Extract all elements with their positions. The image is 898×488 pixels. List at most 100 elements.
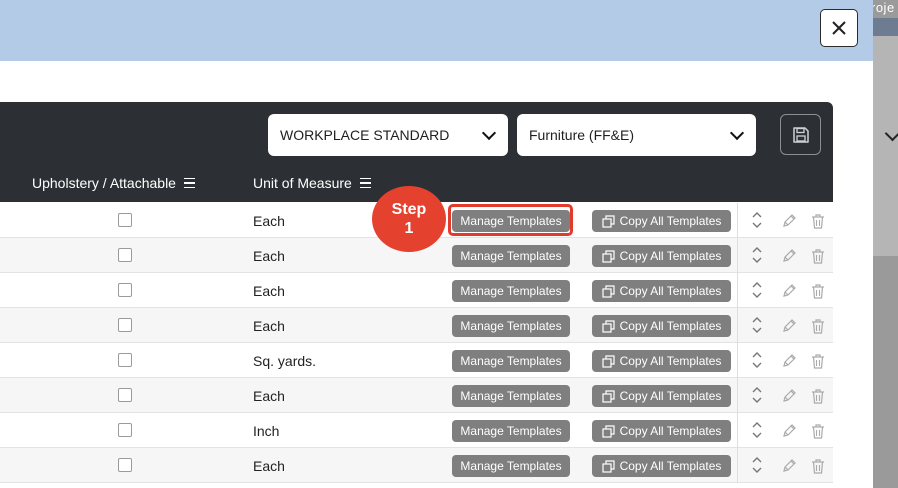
upholstery-checkbox[interactable] bbox=[118, 353, 132, 367]
upholstery-checkbox[interactable] bbox=[118, 388, 132, 402]
background-header-strip bbox=[873, 18, 898, 36]
delete-icon[interactable] bbox=[810, 458, 826, 480]
upholstery-checkbox[interactable] bbox=[118, 423, 132, 437]
column-divider bbox=[737, 238, 738, 273]
unit-of-measure-cell: Each bbox=[253, 318, 285, 334]
background-project-label: roje bbox=[871, 0, 895, 15]
table-row: Each Manage Templates Copy All Templates bbox=[0, 273, 833, 308]
copy-all-templates-label: Copy All Templates bbox=[619, 424, 722, 438]
copy-all-templates-label: Copy All Templates bbox=[619, 389, 722, 403]
delete-icon[interactable] bbox=[810, 423, 826, 445]
copy-all-templates-label: Copy All Templates bbox=[619, 459, 722, 473]
column-header-upholstery-label: Upholstery / Attachable bbox=[32, 175, 176, 191]
edit-icon[interactable] bbox=[781, 458, 797, 479]
manage-templates-button[interactable]: Manage Templates bbox=[452, 280, 570, 302]
standard-select-value: WORKPLACE STANDARD bbox=[280, 127, 450, 143]
manage-templates-button[interactable]: Manage Templates bbox=[452, 315, 570, 337]
unit-of-measure-cell: Each bbox=[253, 248, 285, 264]
manage-templates-button[interactable]: Manage Templates bbox=[452, 420, 570, 442]
unit-of-measure-cell: Each bbox=[253, 458, 285, 474]
column-header-upholstery[interactable]: Upholstery / Attachable bbox=[32, 175, 195, 191]
chevron-down-icon bbox=[729, 125, 745, 141]
column-header-unit-of-measure[interactable]: Unit of Measure bbox=[253, 175, 371, 191]
sort-icon[interactable] bbox=[750, 421, 764, 444]
delete-icon[interactable] bbox=[810, 248, 826, 270]
upholstery-checkbox[interactable] bbox=[118, 458, 132, 472]
copy-icon bbox=[601, 424, 615, 438]
copy-icon bbox=[601, 214, 615, 228]
upholstery-checkbox[interactable] bbox=[118, 283, 132, 297]
copy-icon bbox=[601, 459, 615, 473]
save-button[interactable] bbox=[780, 114, 821, 155]
copy-all-templates-button[interactable]: Copy All Templates bbox=[592, 315, 731, 337]
sort-icon[interactable] bbox=[750, 246, 764, 269]
column-menu-icon[interactable] bbox=[183, 178, 195, 188]
upholstery-checkbox[interactable] bbox=[118, 213, 132, 227]
delete-icon[interactable] bbox=[810, 388, 826, 410]
sort-icon[interactable] bbox=[750, 456, 764, 479]
close-button[interactable] bbox=[820, 9, 858, 47]
column-menu-icon[interactable] bbox=[359, 178, 371, 188]
copy-all-templates-button[interactable]: Copy All Templates bbox=[592, 245, 731, 267]
delete-icon[interactable] bbox=[810, 283, 826, 305]
sort-icon[interactable] bbox=[750, 211, 764, 234]
edit-icon[interactable] bbox=[781, 353, 797, 374]
table-row: Each Manage Templates Copy All Templates bbox=[0, 448, 833, 483]
copy-all-templates-button[interactable]: Copy All Templates bbox=[592, 350, 731, 372]
edit-icon[interactable] bbox=[781, 213, 797, 234]
manage-templates-button[interactable]: Manage Templates bbox=[452, 455, 570, 477]
step-number: 1 bbox=[404, 220, 414, 237]
column-divider bbox=[737, 273, 738, 308]
column-divider bbox=[737, 413, 738, 448]
sort-icon[interactable] bbox=[750, 351, 764, 374]
copy-icon bbox=[601, 319, 615, 333]
column-header-unit-label: Unit of Measure bbox=[253, 175, 352, 191]
edit-icon[interactable] bbox=[781, 318, 797, 339]
copy-icon bbox=[601, 249, 615, 263]
manage-templates-button[interactable]: Manage Templates bbox=[452, 350, 570, 372]
unit-of-measure-cell: Sq. yards. bbox=[253, 353, 317, 369]
background-page: roje bbox=[871, 0, 898, 488]
copy-all-templates-button[interactable]: Copy All Templates bbox=[592, 420, 731, 442]
copy-icon bbox=[601, 354, 615, 368]
copy-all-templates-label: Copy All Templates bbox=[619, 214, 722, 228]
copy-all-templates-button[interactable]: Copy All Templates bbox=[592, 455, 731, 477]
copy-all-templates-label: Copy All Templates bbox=[619, 249, 722, 263]
edit-icon[interactable] bbox=[781, 388, 797, 409]
edit-icon[interactable] bbox=[781, 423, 797, 444]
close-icon bbox=[832, 21, 846, 35]
copy-all-templates-button[interactable]: Copy All Templates bbox=[592, 280, 731, 302]
sort-icon[interactable] bbox=[750, 281, 764, 304]
copy-all-templates-label: Copy All Templates bbox=[619, 319, 722, 333]
save-icon bbox=[792, 126, 809, 143]
unit-of-measure-cell: Inch bbox=[253, 423, 280, 439]
sort-icon[interactable] bbox=[750, 386, 764, 409]
table-row: Sq. yards. Manage Templates Copy All Templ… bbox=[0, 343, 833, 378]
templates-table-panel: WORKPLACE STANDARD Furniture (FF&E) Upho… bbox=[0, 102, 833, 488]
table-row: Each Manage Templates Copy All Templates bbox=[0, 308, 833, 343]
upholstery-checkbox[interactable] bbox=[118, 248, 132, 262]
manage-templates-button[interactable]: Manage Templates bbox=[452, 385, 570, 407]
column-divider bbox=[737, 203, 738, 238]
step-highlight-box bbox=[448, 204, 573, 236]
sort-icon[interactable] bbox=[750, 316, 764, 339]
copy-all-templates-button[interactable]: Copy All Templates bbox=[592, 210, 731, 232]
modal-banner bbox=[0, 0, 873, 61]
copy-all-templates-button[interactable]: Copy All Templates bbox=[592, 385, 731, 407]
edit-icon[interactable] bbox=[781, 248, 797, 269]
delete-icon[interactable] bbox=[810, 318, 826, 340]
manage-templates-button[interactable]: Manage Templates bbox=[452, 245, 570, 267]
delete-icon[interactable] bbox=[810, 213, 826, 235]
column-divider bbox=[737, 448, 738, 483]
column-divider bbox=[737, 343, 738, 378]
column-divider bbox=[737, 378, 738, 413]
unit-of-measure-cell: Each bbox=[253, 283, 285, 299]
edit-icon[interactable] bbox=[781, 283, 797, 304]
standard-select[interactable]: WORKPLACE STANDARD bbox=[268, 114, 508, 156]
step-word: Step bbox=[391, 201, 427, 218]
category-select[interactable]: Furniture (FF&E) bbox=[517, 114, 756, 156]
category-select-value: Furniture (FF&E) bbox=[529, 127, 635, 143]
upholstery-checkbox[interactable] bbox=[118, 318, 132, 332]
copy-icon bbox=[601, 389, 615, 403]
delete-icon[interactable] bbox=[810, 353, 826, 375]
